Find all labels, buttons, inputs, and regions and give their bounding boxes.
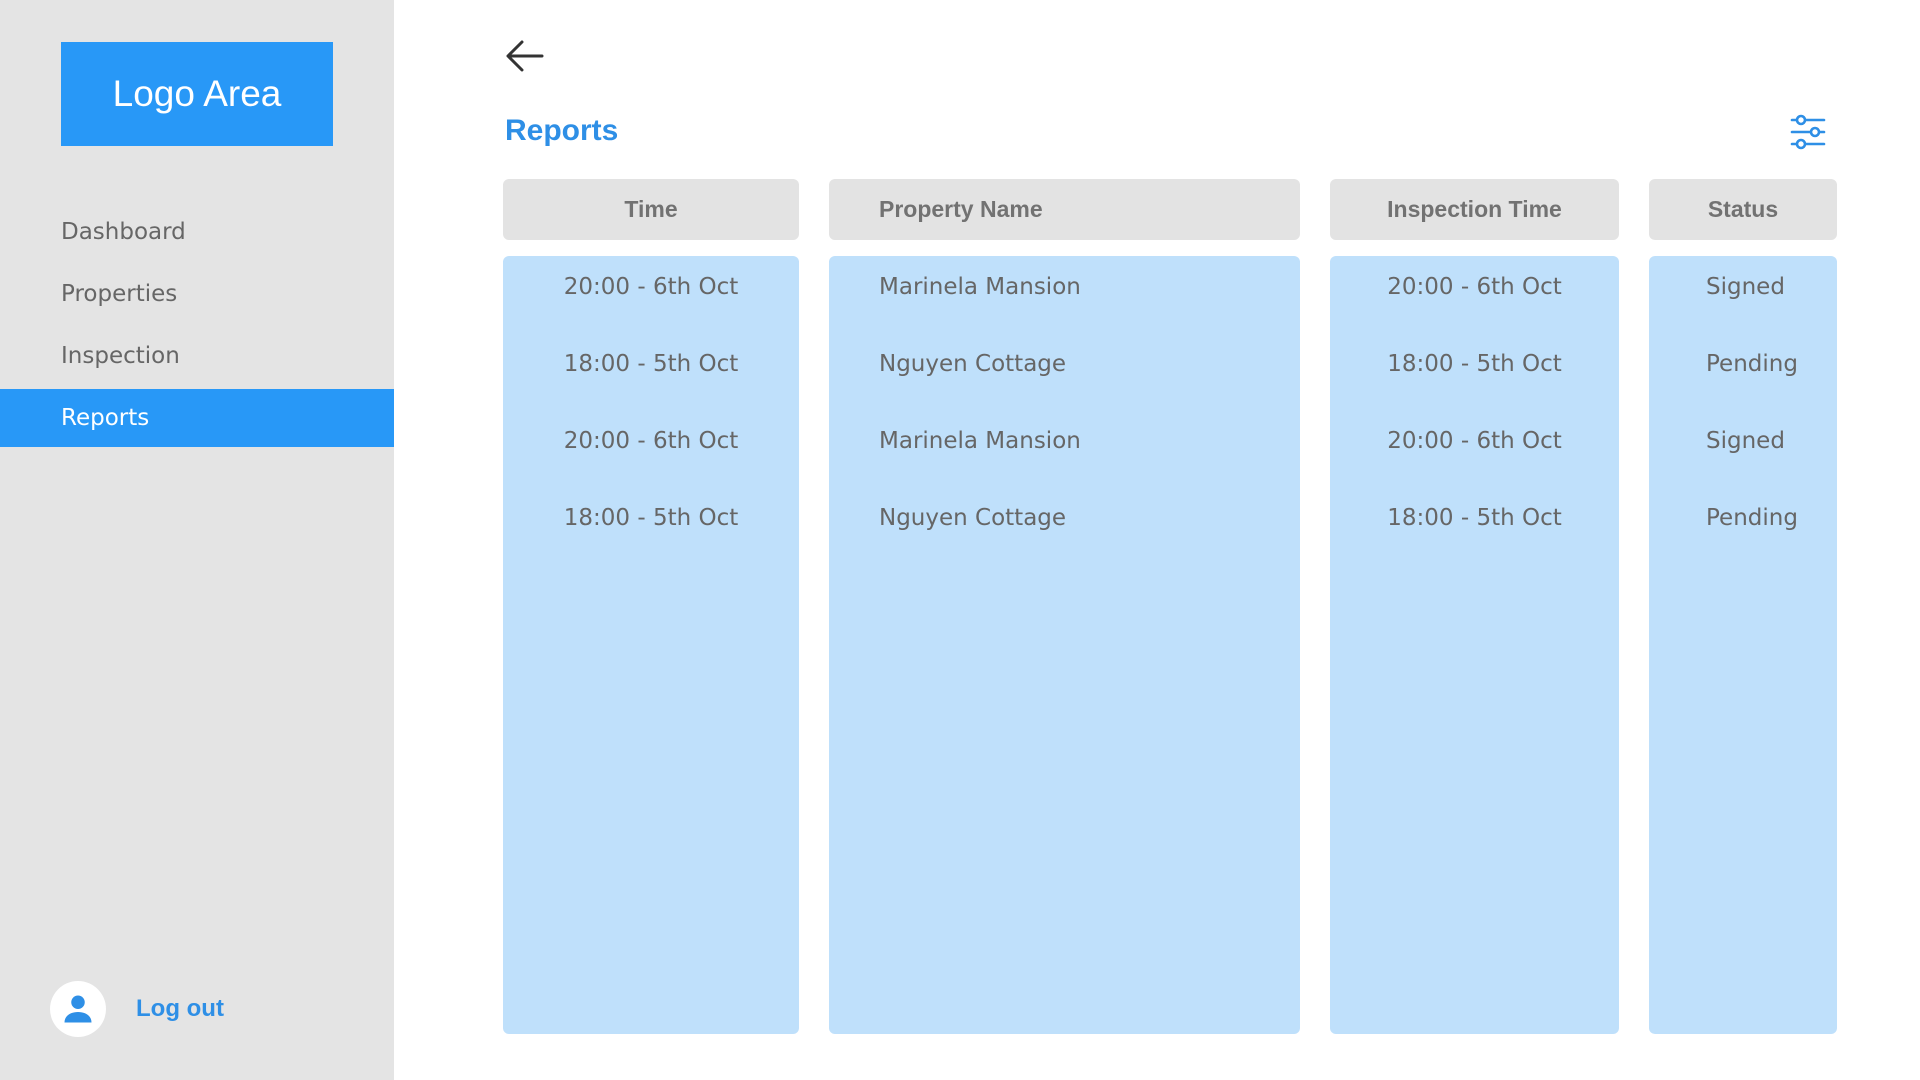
table-cell-property[interactable]: Nguyen Cottage [829,503,1300,533]
column-property-name: Marinela Mansion Nguyen Cottage Marinela… [829,256,1300,1034]
status-badge[interactable]: Pending [1649,503,1837,533]
table-cell-inspection-time[interactable]: 20:00 - 6th Oct [1330,426,1619,456]
column-inspection-time: 20:00 - 6th Oct 18:00 - 5th Oct 20:00 - … [1330,256,1619,1034]
logout-label: Log out [136,995,224,1022]
column-header-inspection-time[interactable]: Inspection Time [1330,179,1619,240]
column-header-time[interactable]: Time [503,179,799,240]
table-cell-property[interactable]: Nguyen Cottage [829,349,1300,379]
status-badge[interactable]: Signed [1649,272,1837,302]
sidebar-item-inspection[interactable]: Inspection [0,327,394,385]
column-time: 20:00 - 6th Oct 18:00 - 5th Oct 20:00 - … [503,256,799,1034]
sidebar-item-dashboard[interactable]: Dashboard [0,203,394,261]
column-header-status[interactable]: Status [1649,179,1837,240]
table-cell-time[interactable]: 18:00 - 5th Oct [503,503,799,533]
sidebar-item-reports[interactable]: Reports [0,389,394,447]
sidebar-item-properties[interactable]: Properties [0,265,394,323]
table-cell-property[interactable]: Marinela Mansion [829,426,1300,456]
table-cell-property[interactable]: Marinela Mansion [829,272,1300,302]
table-cell-inspection-time[interactable]: 18:00 - 5th Oct [1330,349,1619,379]
table-cell-time[interactable]: 20:00 - 6th Oct [503,272,799,302]
status-badge[interactable]: Pending [1649,349,1837,379]
logout-button[interactable]: Log out [50,981,224,1037]
status-badge[interactable]: Signed [1649,426,1837,456]
column-status: Signed Pending Signed Pending [1649,256,1837,1034]
column-header-property-name[interactable]: Property Name [829,179,1300,240]
sidebar: Logo Area Dashboard Properties Inspectio… [0,0,394,1080]
table-cell-time[interactable]: 20:00 - 6th Oct [503,426,799,456]
table-cell-inspection-time[interactable]: 20:00 - 6th Oct [1330,272,1619,302]
logo: Logo Area [61,42,333,146]
sliders-icon[interactable] [1788,112,1828,152]
back-arrow-icon[interactable] [500,36,548,76]
table-cell-time[interactable]: 18:00 - 5th Oct [503,349,799,379]
table-cell-inspection-time[interactable]: 18:00 - 5th Oct [1330,503,1619,533]
page-title: Reports [505,114,619,147]
user-icon [50,981,106,1037]
